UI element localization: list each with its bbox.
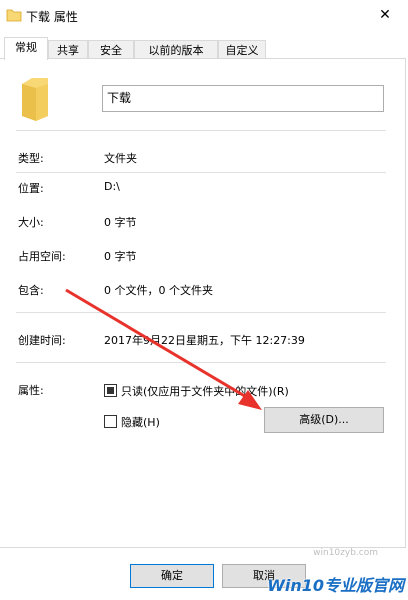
separator	[16, 312, 386, 313]
contains-label: 包含:	[18, 284, 44, 297]
readonly-label[interactable]: 只读(仅应用于文件夹中的文件)(R)	[121, 383, 289, 399]
hidden-checkbox[interactable]	[104, 415, 117, 428]
close-icon: ✕	[379, 7, 391, 23]
tab-security[interactable]: 安全	[88, 40, 134, 59]
separator	[16, 362, 386, 363]
hidden-label[interactable]: 隐藏(H)	[121, 414, 160, 430]
attributes-label: 属性:	[18, 384, 44, 397]
tab-bar: 常规 共享 安全 以前的版本 自定义	[0, 37, 408, 60]
size-on-disk-value: 0 字节	[104, 250, 137, 263]
watermark-logo: Win10专业版官网	[267, 576, 404, 595]
window-title: 下载 属性	[26, 10, 78, 24]
type-value: 文件夹	[104, 152, 137, 165]
separator	[16, 172, 386, 173]
contains-value: 0 个文件，0 个文件夹	[104, 284, 213, 297]
size-value: 0 字节	[104, 216, 137, 229]
ok-button[interactable]: 确定	[130, 564, 214, 588]
type-label: 类型:	[18, 152, 44, 165]
size-label: 大小:	[18, 216, 44, 229]
size-on-disk-label: 占用空间:	[18, 250, 66, 263]
folder-large-icon	[22, 78, 48, 121]
location-value: D:\	[104, 180, 120, 193]
advanced-button[interactable]: 高级(D)...	[264, 407, 384, 433]
watermark-url: win10zyb.com	[313, 548, 378, 558]
separator	[16, 130, 386, 131]
title-bar: 下载 属性 ✕	[0, 0, 408, 30]
general-panel	[0, 58, 406, 548]
tab-previous-versions[interactable]: 以前的版本	[134, 40, 218, 59]
tab-general[interactable]: 常规	[4, 37, 48, 60]
created-value: 2017年9月22日星期五，下午 12:27:39	[104, 334, 305, 347]
folder-name-input[interactable]: 下载	[102, 85, 384, 112]
tab-customize[interactable]: 自定义	[218, 40, 266, 59]
close-button[interactable]: ✕	[362, 0, 408, 30]
readonly-checkbox[interactable]	[104, 384, 117, 397]
created-label: 创建时间:	[18, 334, 66, 347]
tab-sharing[interactable]: 共享	[48, 40, 88, 59]
folder-icon	[6, 9, 22, 22]
location-label: 位置:	[18, 182, 44, 195]
